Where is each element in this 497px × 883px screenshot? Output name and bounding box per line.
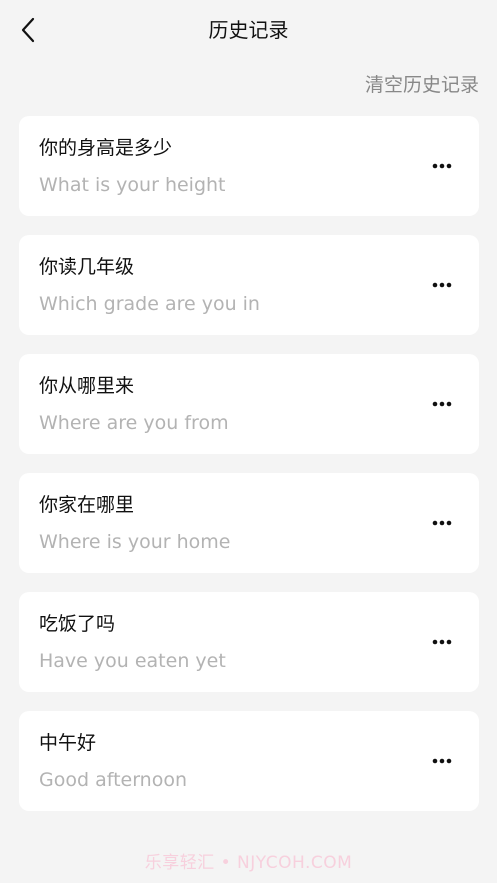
history-item-chinese: 你从哪里来 bbox=[39, 375, 135, 397]
header-bar: 历史记录 bbox=[0, 0, 497, 60]
more-horizontal-icon bbox=[432, 282, 452, 288]
more-options-button[interactable] bbox=[427, 749, 457, 773]
more-horizontal-icon bbox=[432, 401, 452, 407]
more-options-button[interactable] bbox=[427, 273, 457, 297]
more-horizontal-icon bbox=[432, 163, 452, 169]
page-title: 历史记录 bbox=[208, 18, 289, 42]
history-item-chinese: 你家在哪里 bbox=[39, 494, 135, 516]
more-horizontal-icon bbox=[432, 639, 452, 645]
history-item-chinese: 吃饭了吗 bbox=[39, 613, 116, 635]
watermark: 乐享轻汇 • NJYCOH.COM bbox=[144, 853, 353, 873]
history-item-english: Good afternoon bbox=[39, 769, 188, 791]
more-options-button[interactable] bbox=[427, 392, 457, 416]
history-item-english: What is your height bbox=[39, 174, 226, 196]
more-options-button[interactable] bbox=[427, 630, 457, 654]
history-item[interactable]: 中午好 Good afternoon bbox=[19, 711, 479, 811]
more-horizontal-icon bbox=[432, 520, 452, 526]
history-item[interactable]: 你读几年级 Which grade are you in bbox=[19, 235, 479, 335]
history-item[interactable]: 吃饭了吗 Have you eaten yet bbox=[19, 592, 479, 692]
history-item-english: Where is your home bbox=[39, 531, 231, 553]
more-options-button[interactable] bbox=[427, 154, 457, 178]
history-item-chinese: 你读几年级 bbox=[39, 256, 135, 278]
history-list: 你的身高是多少 What is your height 你读几年级 Which … bbox=[19, 116, 479, 830]
history-item-chinese: 中午好 bbox=[39, 732, 97, 754]
history-item[interactable]: 你的身高是多少 What is your height bbox=[19, 116, 479, 216]
clear-history-button[interactable]: 清空历史记录 bbox=[365, 71, 479, 99]
more-horizontal-icon bbox=[432, 758, 452, 764]
history-item[interactable]: 你家在哪里 Where is your home bbox=[19, 473, 479, 573]
history-item-english: Have you eaten yet bbox=[39, 650, 226, 672]
more-options-button[interactable] bbox=[427, 511, 457, 535]
history-item-chinese: 你的身高是多少 bbox=[39, 137, 173, 159]
history-item-english: Where are you from bbox=[39, 412, 229, 434]
history-item[interactable]: 你从哪里来 Where are you from bbox=[19, 354, 479, 454]
history-item-english: Which grade are you in bbox=[39, 293, 260, 315]
